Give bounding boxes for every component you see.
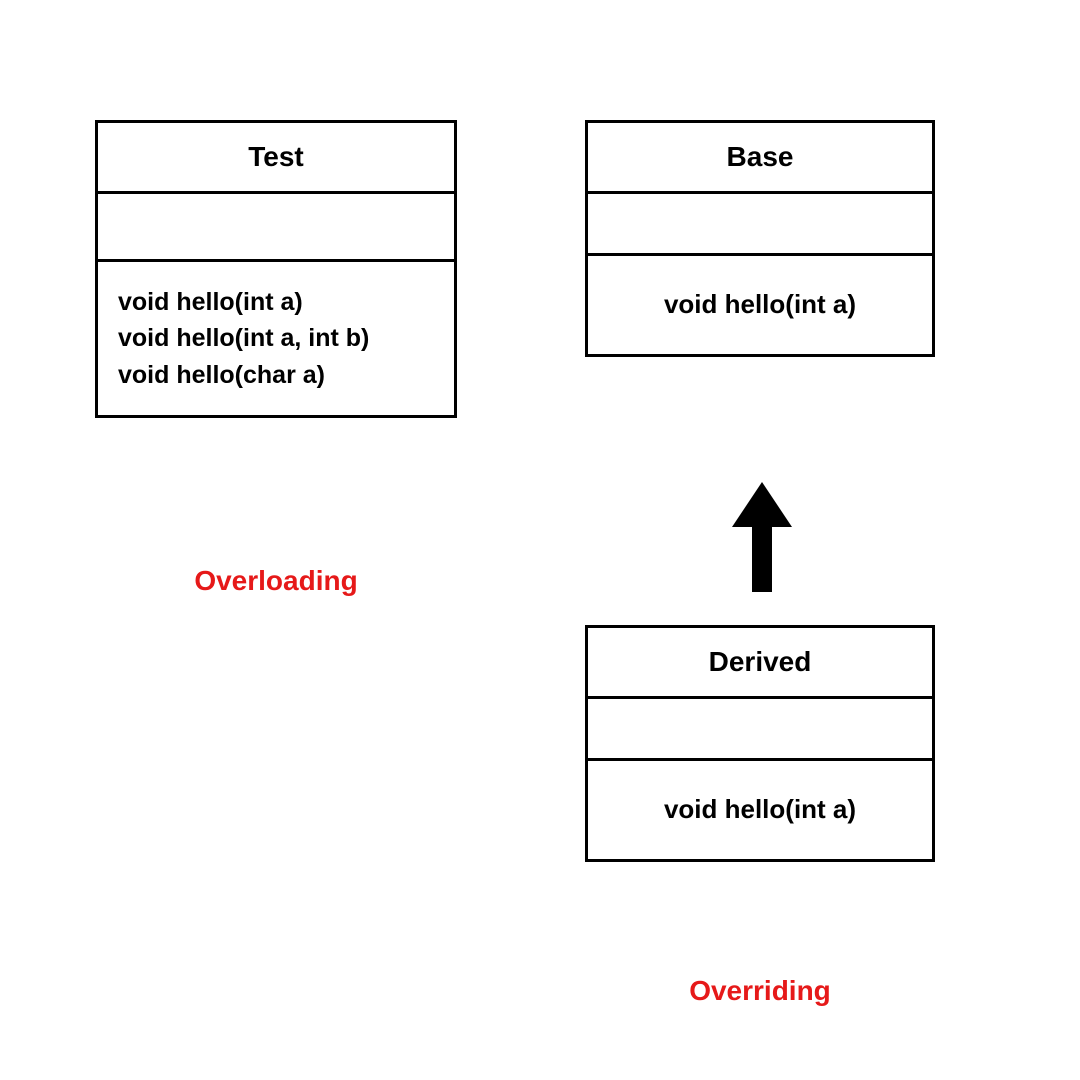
overloading-caption: Overloading	[95, 565, 457, 597]
method-line: void hello(char a)	[118, 357, 434, 393]
class-box-test: Test void hello(int a) void hello(int a,…	[95, 120, 457, 418]
class-box-derived: Derived void hello(int a)	[585, 625, 935, 862]
class-methods-test: void hello(int a) void hello(int a, int …	[98, 262, 454, 415]
class-name-test: Test	[98, 123, 454, 194]
method-line: void hello(int a)	[608, 791, 912, 829]
method-line: void hello(int a)	[118, 284, 434, 320]
method-line: void hello(int a)	[608, 286, 912, 324]
class-name-base: Base	[588, 123, 932, 194]
method-line: void hello(int a, int b)	[118, 320, 434, 356]
inheritance-arrow-icon	[732, 482, 792, 592]
class-name-derived: Derived	[588, 628, 932, 699]
class-attributes-test	[98, 194, 454, 262]
class-box-base: Base void hello(int a)	[585, 120, 935, 357]
class-attributes-base	[588, 194, 932, 256]
class-methods-base: void hello(int a)	[588, 256, 932, 354]
arrow-shaft-icon	[752, 527, 772, 592]
class-methods-derived: void hello(int a)	[588, 761, 932, 859]
overriding-caption: Overriding	[585, 975, 935, 1007]
class-attributes-derived	[588, 699, 932, 761]
arrow-head-icon	[732, 482, 792, 527]
